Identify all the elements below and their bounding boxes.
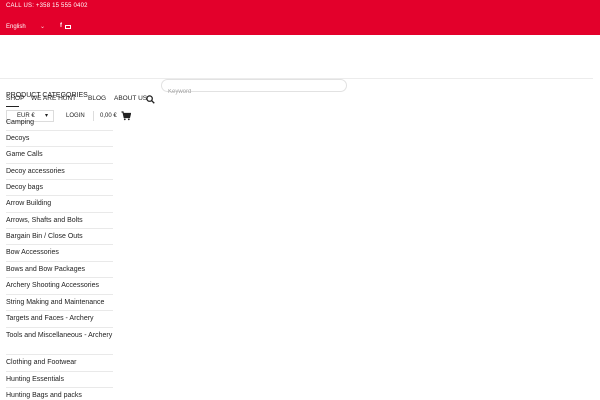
category-item[interactable]: Targets and Faces - Archery (6, 311, 113, 328)
category-item[interactable]: Decoy accessories (6, 164, 113, 180)
category-item[interactable]: Bow Accessories (6, 245, 113, 262)
language-select[interactable]: English (6, 24, 26, 30)
cart-icon[interactable] (121, 111, 131, 121)
category-item[interactable]: Hunting Bags and packs (6, 388, 113, 400)
search-icon[interactable] (146, 95, 155, 104)
call-us-text: CALL US: +358 15 555 0402 (6, 3, 88, 9)
facebook-icon[interactable]: f (60, 23, 62, 29)
categories-title-underline (6, 106, 19, 107)
category-item[interactable]: Decoy bags (6, 180, 113, 196)
categories-title: PRODUCT CATEGORIES (6, 92, 88, 99)
social-links: f (60, 23, 71, 29)
category-item[interactable]: Archery Shooting Accessories (6, 278, 113, 295)
category-item[interactable]: String Making and Maintenance (6, 295, 113, 311)
category-item[interactable]: Tools and Miscellaneous - Archery (6, 328, 113, 355)
category-item[interactable]: Decoys (6, 131, 113, 147)
category-item[interactable]: Game Calls (6, 147, 113, 164)
category-item[interactable]: Camping (6, 115, 113, 131)
nav-blog[interactable]: BLOG (88, 95, 106, 105)
category-item[interactable]: Arrows, Shafts and Bolts (6, 213, 113, 229)
category-item[interactable]: Bows and Bow Packages (6, 262, 113, 278)
category-item[interactable]: Arrow Building (6, 196, 113, 213)
mail-icon[interactable] (65, 25, 71, 29)
category-item[interactable]: Bargain Bin / Close Outs (6, 229, 113, 245)
category-item[interactable]: Clothing and Footwear (6, 355, 113, 372)
search-box[interactable] (161, 79, 347, 98)
top-bar: CALL US: +358 15 555 0402 English ⌄ f (0, 0, 600, 35)
nav-about-us[interactable]: ABOUT US (114, 95, 147, 105)
search-input[interactable] (162, 86, 346, 98)
chevron-down-icon[interactable]: ⌄ (40, 23, 45, 30)
category-item[interactable]: Hunting Essentials (6, 372, 113, 388)
